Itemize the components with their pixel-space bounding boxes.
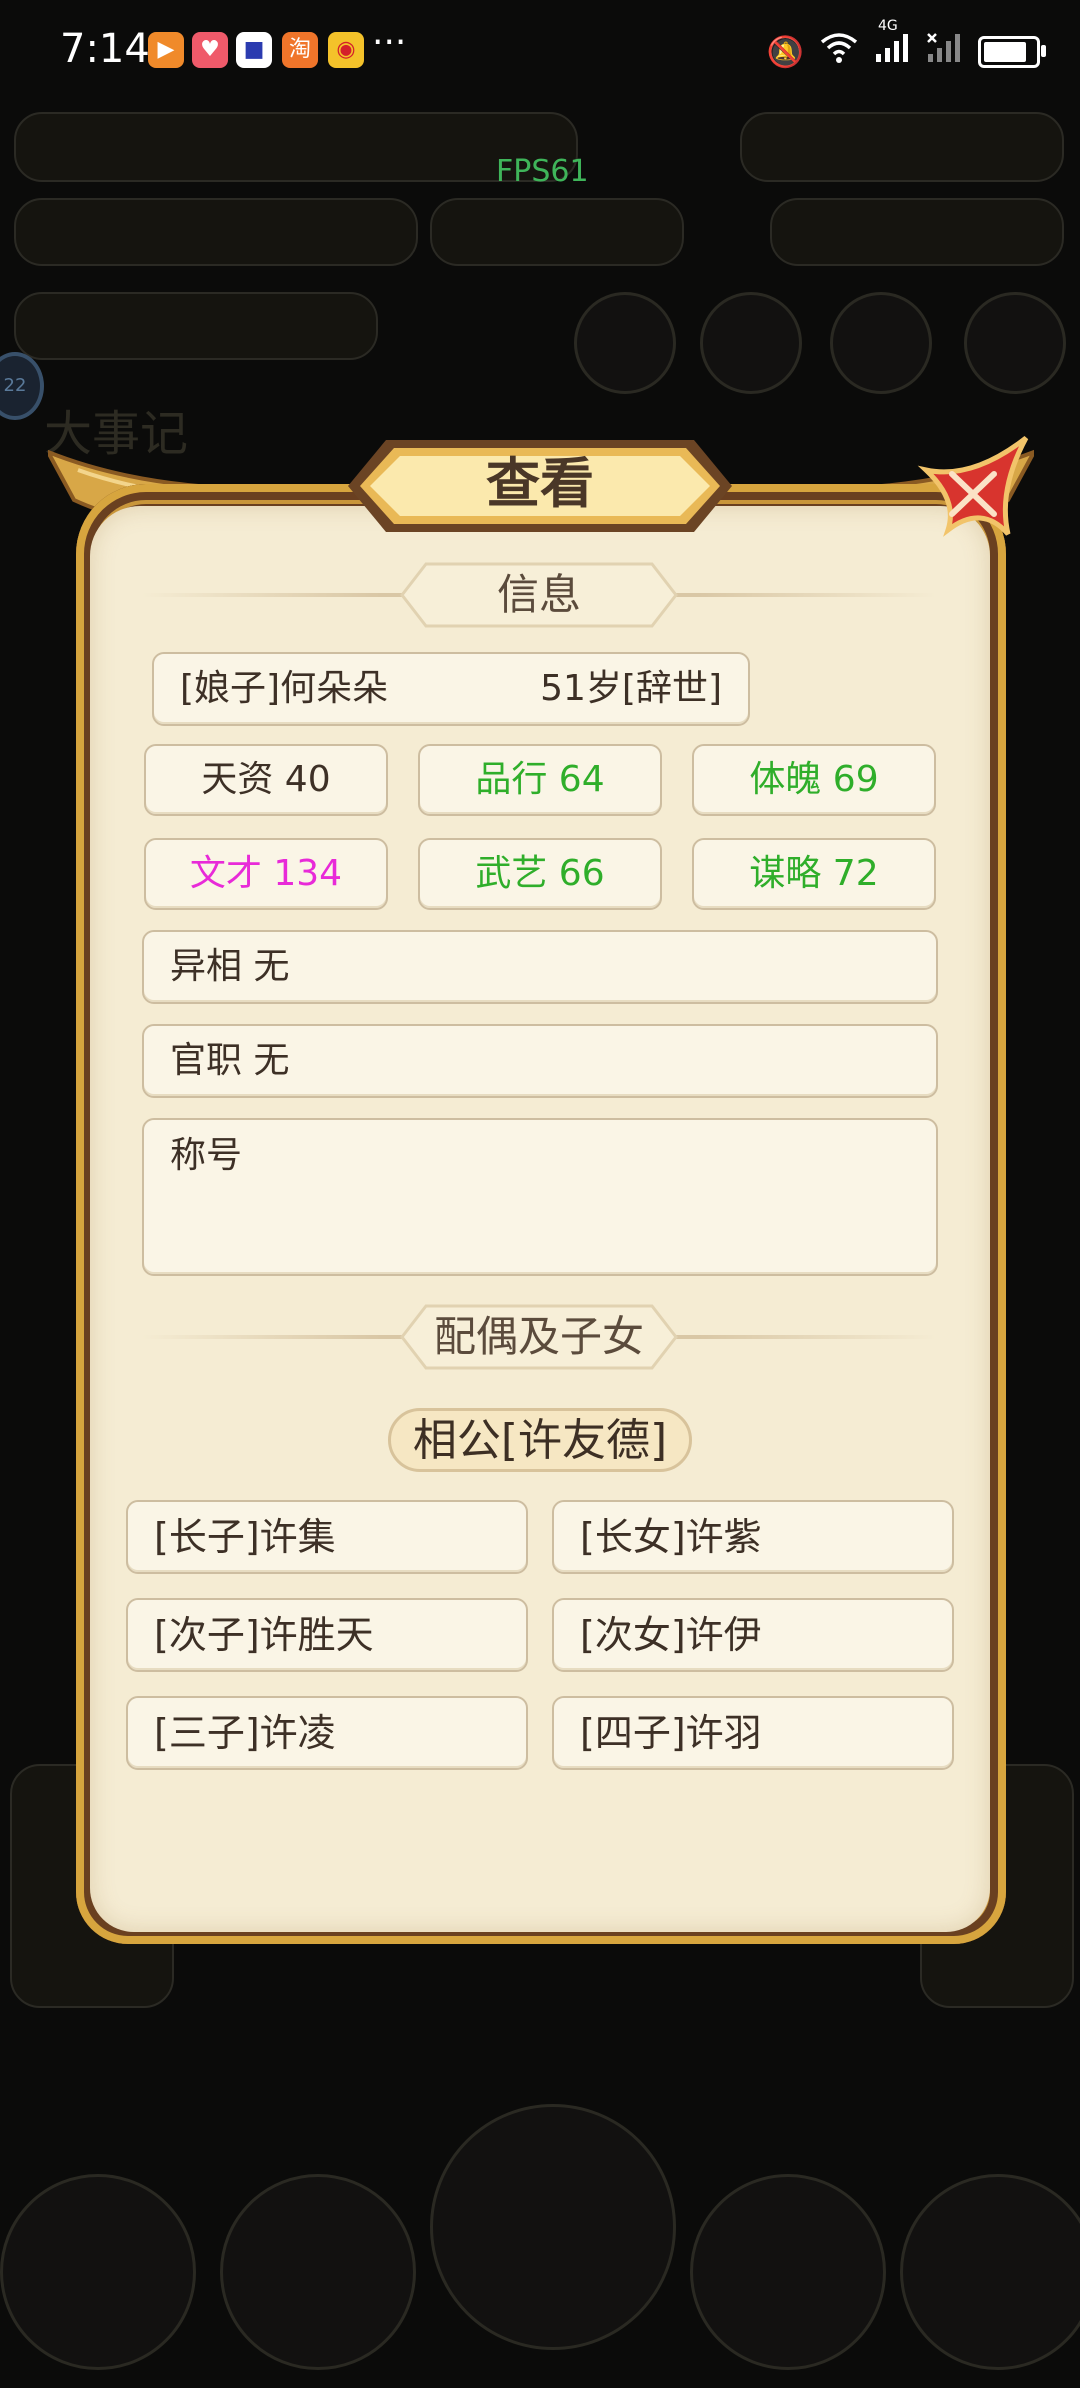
fps-counter: FPS61 <box>496 154 589 189</box>
bg-resource-bar <box>770 198 1064 266</box>
stat-physique: 体魄 69 <box>692 744 936 816</box>
bg-round-button <box>700 292 802 394</box>
stat-label: 天资 40 <box>201 759 331 800</box>
child-button[interactable]: [次女]许伊 <box>552 1598 954 1672</box>
bg-header-bar <box>14 112 578 182</box>
weibo-icon: ◉ <box>328 32 364 68</box>
wifi-icon <box>820 32 858 72</box>
signal-4g-icon: 4G <box>874 18 910 72</box>
child-button[interactable]: [三子]许凌 <box>126 1696 528 1770</box>
bg-round-button <box>830 292 932 394</box>
video-app-icon: ▶ <box>148 32 184 68</box>
clock: 7:14 <box>60 26 150 72</box>
stat-martial: 武艺 66 <box>418 838 662 910</box>
office-field: 官职 无 <box>142 1024 938 1098</box>
bg-nav-button <box>690 2174 886 2370</box>
close-icon[interactable] <box>912 434 1032 554</box>
stat-label: 体魄 69 <box>749 759 879 800</box>
bg-info-bar <box>14 292 378 360</box>
stat-strategy: 谋略 72 <box>692 838 936 910</box>
info-section-header: 信息 <box>142 560 936 630</box>
title-field: 称号 <box>142 1118 938 1276</box>
child-label: [长女]许紫 <box>580 1515 762 1559</box>
bg-currency-bar <box>740 112 1064 182</box>
traits-field: 异相 无 <box>142 930 938 1004</box>
child-label: [三子]许凌 <box>154 1711 336 1755</box>
bg-nav-button <box>900 2174 1080 2370</box>
person-info-row: [娘子]何朵朵 51岁[辞世] <box>152 652 750 726</box>
person-name: [娘子]何朵朵 <box>180 668 389 709</box>
bg-round-button <box>574 292 676 394</box>
battery-icon <box>978 36 1046 68</box>
taobao-icon: 淘 <box>282 32 318 68</box>
bg-count-bar <box>430 198 684 266</box>
shopping-app-icon: ♥ <box>192 32 228 68</box>
stat-talent: 天资 40 <box>144 744 388 816</box>
child-label: [长子]许集 <box>154 1515 336 1559</box>
dialog-title: 查看 <box>486 452 594 515</box>
stat-conduct: 品行 64 <box>418 744 662 816</box>
child-button[interactable]: [次子]许胜天 <box>126 1598 528 1672</box>
title-field-label: 称号 <box>170 1135 243 1176</box>
more-notifications-icon: ··· <box>372 22 407 63</box>
stat-label: 武艺 66 <box>475 853 605 894</box>
stat-label: 文才 134 <box>189 853 343 894</box>
child-button[interactable]: [长子]许集 <box>126 1500 528 1574</box>
person-age: 51岁[辞世] <box>540 668 722 709</box>
bg-nav-button <box>220 2174 416 2370</box>
bg-nav-button <box>0 2174 196 2370</box>
mute-icon: 🔕 <box>766 34 804 70</box>
bg-round-button <box>964 292 1066 394</box>
bg-members-bar <box>14 198 418 266</box>
post-app-icon: ■ <box>236 32 272 68</box>
stat-literature: 文才 134 <box>144 838 388 910</box>
bg-nav-button <box>430 2104 676 2350</box>
family-section-title: 配偶及子女 <box>433 1312 644 1361</box>
status-bar: 7:14 ▶ ♥ ■ 淘 ◉ ··· 🔕 4G <box>0 0 1080 104</box>
info-section-title: 信息 <box>496 570 581 619</box>
child-button[interactable]: [长女]许紫 <box>552 1500 954 1574</box>
family-section-header: 配偶及子女 <box>142 1302 936 1372</box>
child-button[interactable]: [四子]许羽 <box>552 1696 954 1770</box>
child-label: [四子]许羽 <box>580 1711 762 1755</box>
stat-label: 品行 64 <box>475 759 605 800</box>
office-label: 官职 无 <box>170 1040 290 1081</box>
traits-label: 异相 无 <box>170 946 290 987</box>
spouse-button[interactable]: 相公[许友德] <box>388 1408 692 1472</box>
signal-no-sim-icon <box>926 32 962 72</box>
child-label: [次女]许伊 <box>580 1613 762 1657</box>
stat-label: 谋略 72 <box>749 853 879 894</box>
child-label: [次子]许胜天 <box>154 1613 374 1657</box>
